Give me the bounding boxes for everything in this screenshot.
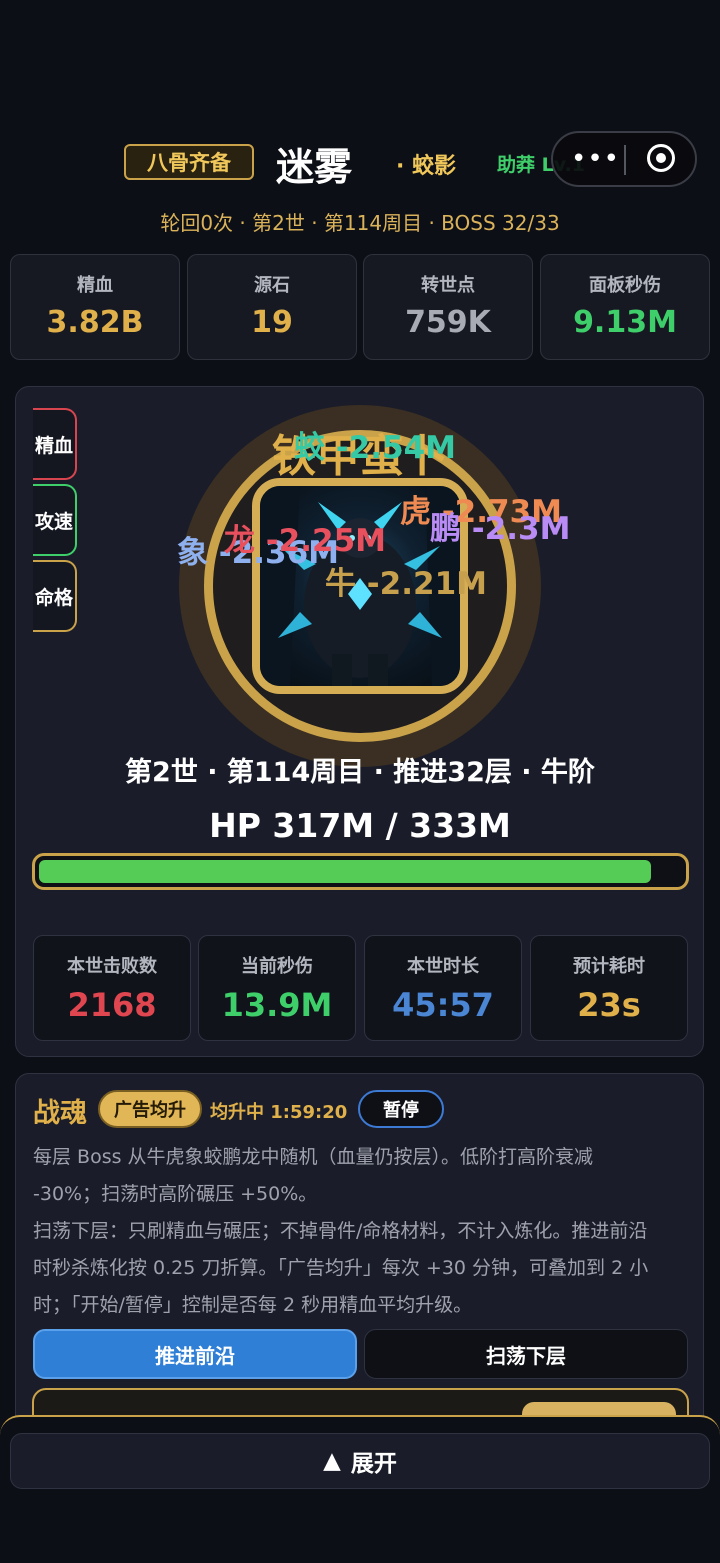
session-label: 当前秒伤 bbox=[241, 956, 313, 977]
progress-summary: 轮回0次 · 第2世 · 第114周目 · BOSS 32/33 bbox=[160, 211, 560, 235]
session-label: 本世时长 bbox=[407, 956, 479, 977]
session-label: 本世击败数 bbox=[67, 956, 157, 977]
session-value: 13.9M bbox=[221, 986, 333, 1024]
stat-value: 759K bbox=[405, 305, 491, 340]
set-bonus-badge: 八骨齐备 bbox=[124, 144, 254, 180]
damage-popup-peng: 鹏 -2.3M bbox=[430, 511, 571, 547]
expand-label: 展开 bbox=[350, 1451, 397, 1477]
stat-value: 3.82B bbox=[46, 305, 144, 340]
ad-upgrade-button[interactable]: 广告均升 bbox=[98, 1090, 202, 1128]
session-label: 预计耗时 bbox=[573, 956, 645, 977]
tab-advance-frontier[interactable]: 推进前沿 bbox=[33, 1329, 357, 1379]
session-card-eta: 预计耗时 23s bbox=[530, 935, 688, 1041]
more-menu-icon[interactable]: ••• bbox=[571, 146, 619, 174]
stage-info: 第2世 · 第114周目 · 推进32层 · 牛阶 bbox=[125, 757, 595, 788]
expand-button[interactable]: ▲ 展开 bbox=[10, 1433, 710, 1489]
stat-card-rebirth-points: 转世点 759K bbox=[363, 254, 533, 360]
close-miniprogram-icon[interactable] bbox=[647, 144, 675, 172]
pause-button[interactable]: 暂停 bbox=[358, 1090, 444, 1128]
stat-label: 转世点 bbox=[421, 275, 475, 296]
boss-hp-bar bbox=[32, 853, 689, 890]
session-value: 2168 bbox=[67, 986, 157, 1024]
war-soul-title: 战魂 bbox=[33, 1098, 87, 1129]
session-card-current-dps: 当前秒伤 13.9M bbox=[198, 935, 356, 1041]
session-card-kills: 本世击败数 2168 bbox=[33, 935, 191, 1041]
capsule-divider bbox=[624, 145, 626, 175]
side-tab-attack-speed[interactable]: 攻速 bbox=[33, 484, 77, 556]
session-card-duration: 本世时长 45:57 bbox=[364, 935, 522, 1041]
description-line: 时秒杀炼化按 0.25 刀折算。「广告均升」每次 +30 分钟，可叠加到 2 小 bbox=[33, 1257, 649, 1279]
realm-name: 迷雾 bbox=[276, 145, 353, 189]
boss-hp-text: HP 317M / 333M bbox=[209, 806, 511, 845]
damage-popup-dragon: 龙 -2.25M bbox=[224, 523, 386, 559]
description-line: 扫荡下层：只刷精血与碾压；不掉骨件/命格材料，不计入炼化。推进前沿 bbox=[33, 1220, 648, 1242]
miniprogram-capsule: ••• bbox=[551, 131, 697, 187]
stat-value: 19 bbox=[251, 305, 293, 340]
stat-card-stone: 源石 19 bbox=[187, 254, 357, 360]
tab-sweep-lower[interactable]: 扫荡下层 bbox=[364, 1329, 688, 1379]
session-value: 45:57 bbox=[392, 986, 494, 1024]
side-tab-fate[interactable]: 命格 bbox=[33, 560, 77, 632]
stat-value: 9.13M bbox=[573, 305, 677, 340]
stat-label: 精血 bbox=[77, 275, 113, 296]
stat-card-blood: 精血 3.82B bbox=[10, 254, 180, 360]
stat-label: 源石 bbox=[254, 275, 290, 296]
description-line: -30%；扫荡时高阶碾压 +50%。 bbox=[33, 1183, 318, 1205]
description-line: 每层 Boss 从牛虎象蛟鹏龙中随机（血量仍按层）。低阶打高阶衰减 bbox=[33, 1146, 594, 1168]
damage-popup-ox: 牛 -2.21M bbox=[325, 566, 487, 602]
description-line: 时；「开始/暂停」控制是否每 2 秒用精血平均升级。 bbox=[33, 1294, 473, 1316]
realm-subtitle: · 蛟影 bbox=[396, 154, 457, 179]
boss-hp-fill bbox=[39, 860, 652, 883]
damage-popup-jiao: 蛟 -2.54M bbox=[294, 430, 456, 466]
triangle-up-icon: ▲ bbox=[323, 1448, 341, 1474]
stat-label: 面板秒伤 bbox=[589, 275, 661, 296]
upgrade-timer: 均升中 1:59:20 bbox=[210, 1102, 348, 1123]
session-value: 23s bbox=[577, 986, 641, 1024]
stat-card-panel-dps: 面板秒伤 9.13M bbox=[540, 254, 710, 360]
